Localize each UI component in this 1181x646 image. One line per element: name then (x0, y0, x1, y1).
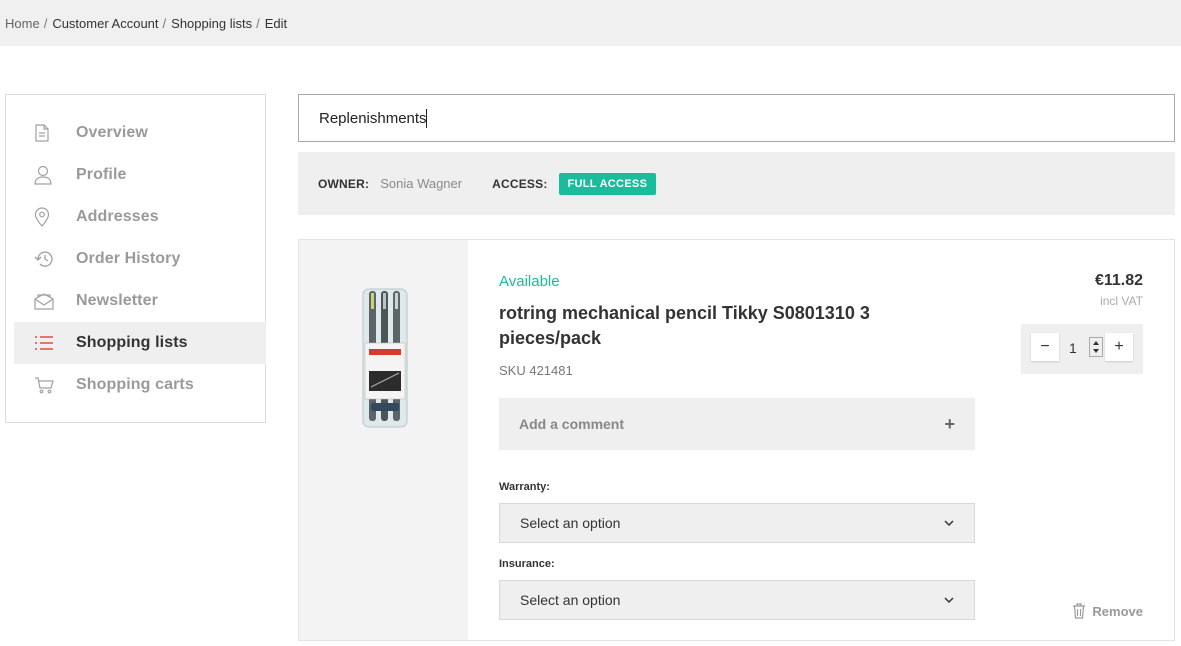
remove-item-button[interactable]: Remove (1072, 603, 1143, 619)
vat-note: incl VAT (1100, 294, 1143, 308)
cart-icon (14, 376, 76, 394)
breadcrumb-separator: / (256, 15, 260, 31)
access-badge: FULL ACCESS (558, 172, 657, 195)
product-name[interactable]: rotring mechanical pencil Tikky S0801310… (499, 301, 939, 351)
decrease-quantity-button[interactable]: − (1031, 333, 1059, 361)
plus-icon: + (944, 413, 955, 434)
document-icon (14, 124, 76, 142)
owner-value: Sonia Wagner (380, 176, 463, 191)
user-icon (14, 165, 76, 185)
shopping-list-item: Available rotring mechanical pencil Tikk… (298, 239, 1175, 641)
breadcrumb: Home / Customer Account / Shopping lists… (0, 0, 1181, 46)
owner-label: OWNER: (318, 176, 370, 191)
list-icon (14, 334, 76, 352)
quantity-spinner[interactable] (1089, 337, 1103, 357)
sidebar-item-label: Newsletter (76, 292, 158, 309)
sidebar-item-profile[interactable]: Profile (14, 154, 266, 196)
chevron-down-icon (944, 596, 954, 603)
history-icon (14, 250, 76, 268)
sidebar-item-label: Shopping carts (76, 376, 194, 393)
sidebar-item-label: Addresses (76, 208, 159, 225)
breadcrumb-separator: / (162, 15, 167, 31)
sidebar-item-addresses[interactable]: Addresses (14, 196, 266, 238)
remove-label: Remove (1092, 603, 1143, 619)
warranty-select[interactable]: Select an option (499, 503, 975, 543)
location-pin-icon (14, 207, 76, 227)
insurance-select-value: Select an option (520, 592, 621, 608)
increase-quantity-button[interactable]: + (1105, 333, 1133, 361)
product-sku: SKU 421481 (499, 363, 573, 378)
breadcrumb-home[interactable]: Home (5, 16, 40, 31)
product-image-area (299, 240, 468, 640)
chevron-down-icon (944, 519, 954, 526)
access-label: ACCESS: (492, 176, 548, 191)
sidebar-item-label: Profile (76, 166, 127, 183)
insurance-label: Insurance: (499, 558, 555, 570)
quantity-value[interactable]: 1 (1069, 340, 1077, 356)
insurance-select[interactable]: Select an option (499, 580, 975, 620)
sidebar-item-label: Order History (76, 250, 181, 267)
mail-icon (14, 292, 76, 310)
warranty-label: Warranty: (499, 481, 550, 493)
sidebar-item-label: Overview (76, 124, 148, 141)
breadcrumb-separator: / (43, 15, 48, 31)
add-comment-button[interactable]: Add a comment + (499, 398, 975, 450)
sidebar-item-label: Shopping lists (76, 334, 188, 351)
trash-icon (1073, 603, 1086, 619)
sidebar-item-shopping-lists[interactable]: Shopping lists (14, 322, 266, 364)
breadcrumb-shopping-lists[interactable]: Shopping lists (171, 16, 252, 31)
warranty-select-value: Select an option (520, 515, 621, 531)
product-image[interactable] (361, 287, 409, 429)
availability-status: Available (499, 273, 560, 290)
sidebar-item-newsletter[interactable]: Newsletter (14, 280, 266, 322)
sidebar-item-overview[interactable]: Overview (14, 112, 266, 154)
quantity-stepper: − 1 + (1021, 324, 1143, 374)
breadcrumb-customer-account[interactable]: Customer Account (52, 16, 158, 31)
sidebar-item-order-history[interactable]: Order History (14, 238, 266, 280)
list-name-input[interactable] (298, 94, 1175, 142)
text-caret (426, 109, 427, 128)
item-price: €11.82 (1094, 272, 1143, 289)
breadcrumb-edit: Edit (264, 15, 288, 31)
account-sidebar: Overview Profile Addresses Order History… (5, 94, 266, 423)
sidebar-item-shopping-carts[interactable]: Shopping carts (14, 364, 266, 406)
add-comment-label: Add a comment (519, 416, 625, 432)
list-info-bar: OWNER: Sonia Wagner ACCESS: FULL ACCESS (298, 152, 1175, 215)
